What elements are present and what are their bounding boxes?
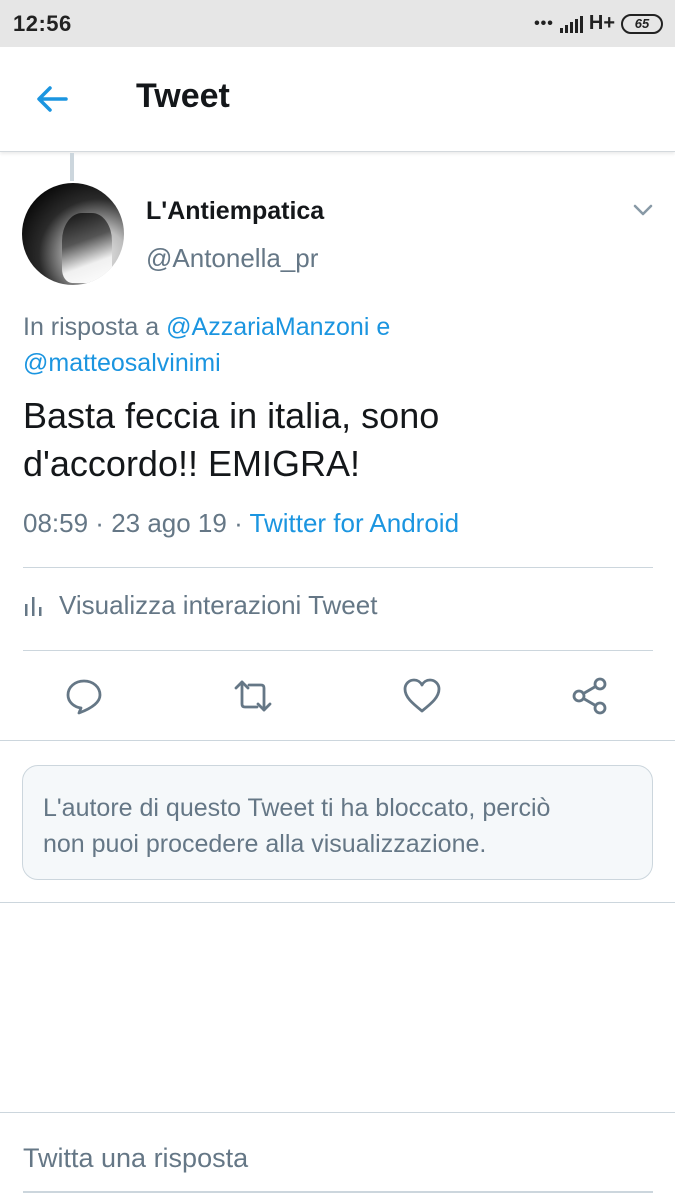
tweet-date: 23 ago 19 [111,508,227,538]
author-display-name[interactable]: L'Antiempatica [146,197,324,226]
more-dots-icon: ••• [534,14,554,32]
mention-link[interactable]: @matteosalvinimi [23,349,221,377]
status-time: 12:56 [13,10,72,36]
reply-joiner: e [369,313,391,341]
divider [23,567,653,568]
meta-separator: · [226,508,250,538]
avatar[interactable] [22,183,124,285]
share-button[interactable] [570,676,610,716]
reply-context: In risposta a @AzzariaManzoni e @matteos… [23,309,643,381]
signal-icon [559,15,583,33]
status-icons: ••• H+ 65 [534,12,663,35]
tweet-text-line: Basta feccia in italia, sono [23,395,440,436]
reply-placeholder: Twitta una risposta [23,1143,249,1173]
interactions-label: Visualizza interazioni Tweet [59,590,378,620]
mention-link[interactable]: @AzzariaManzoni [166,313,369,341]
page-title: Tweet [136,77,230,115]
divider [0,740,675,741]
tweet-time: 08:59 [23,508,89,538]
avatar-image [62,213,112,283]
analytics-icon [25,596,42,616]
tweet-text: Basta feccia in italia, sono d'accordo!!… [23,392,643,488]
tweet-meta: 08:59 · 23 ago 19 · Twitter for Android [23,508,459,539]
blocked-notice-line: non puoi procedere alla visualizzazione. [43,830,487,858]
share-icon [572,677,607,715]
heart-icon [403,678,441,713]
reply-prefix: In risposta a [23,313,167,341]
comment-icon [66,679,102,715]
battery-icon: 65 [621,13,663,34]
author-handle[interactable]: @Antonella_pr [146,243,318,274]
network-type: H+ [588,12,615,34]
back-button[interactable] [32,81,72,117]
blocked-notice: L'autore di questo Tweet ti ha bloccato,… [22,765,653,880]
tweet-source-link[interactable]: Twitter for Android [250,508,460,538]
meta-separator: · [88,508,112,538]
view-interactions-button[interactable]: Visualizza interazioni Tweet [23,590,377,621]
status-bar: 12:56 ••• H+ 65 [0,0,675,47]
divider [23,650,653,651]
arrow-left-icon [37,86,68,112]
tweet-text-line: d'accordo!! EMIGRA! [23,443,360,484]
thread-connector [70,153,74,181]
retweet-button[interactable] [233,676,273,716]
reply-input-underline [23,1191,653,1193]
battery-level: 65 [634,16,650,31]
tweet-options-button[interactable] [630,200,656,220]
app-bar: Tweet [0,47,675,152]
like-button[interactable] [402,676,442,716]
retweet-icon [234,680,272,712]
reply-button[interactable] [64,676,104,716]
divider [0,902,675,903]
reply-input[interactable]: Twitta una risposta [0,1112,675,1200]
blocked-notice-line: L'autore di questo Tweet ti ha bloccato,… [43,794,551,822]
chevron-down-icon [633,204,653,216]
